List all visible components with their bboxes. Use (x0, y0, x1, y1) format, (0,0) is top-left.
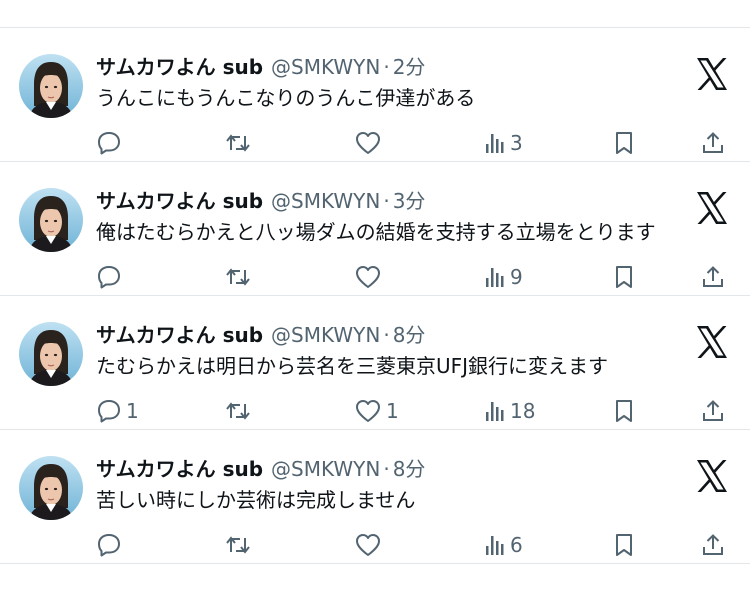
views-button[interactable]: 3 (484, 128, 523, 158)
analytics-icon (486, 536, 504, 555)
analytics-icon (486, 402, 504, 421)
retweet-button[interactable] (224, 128, 256, 158)
separator-dot: · (383, 189, 390, 213)
avatar[interactable] (19, 456, 83, 520)
reply-count: 1 (126, 399, 139, 423)
reply-icon (98, 400, 120, 423)
retweet-icon (226, 134, 250, 152)
retweet-button[interactable] (224, 262, 256, 292)
retweet-button[interactable] (224, 530, 256, 560)
tweet-actions: 6 (0, 530, 750, 560)
bookmark-button[interactable] (612, 262, 636, 292)
heart-icon (356, 534, 380, 556)
share-button[interactable] (700, 396, 726, 426)
tweet[interactable]: サムカワよん sub @SMKWYN · 8分 苦しい時にしか芸術は完成しません 6 (0, 430, 750, 564)
tweet-text: たむらかえは明日から芸名を三菱東京UFJ銀行に変えます (96, 354, 609, 378)
share-icon (703, 534, 723, 555)
tweet-text: うんこにもうんこなりのうんこ伊達がある (96, 86, 476, 110)
separator-dot: · (383, 55, 390, 79)
share-icon (703, 266, 723, 287)
view-count: 9 (510, 265, 523, 289)
like-button[interactable]: 1 (354, 396, 399, 426)
reply-button[interactable]: 1 (96, 396, 139, 426)
share-icon (703, 132, 723, 153)
tweet-actions: 3 (0, 128, 750, 158)
tweet[interactable]: サムカワよん sub @SMKWYN · 8分 たむらかえは明日から芸名を三菱東京UF… (0, 296, 750, 430)
tweet-feed: サムカワよん sub @SMKWYN · 2分 うんこにもうんこなりのうんこ伊達がある… (0, 28, 750, 564)
bookmark-button[interactable] (612, 396, 636, 426)
tweet-header: サムカワよん sub @SMKWYN · 3分 (96, 188, 425, 214)
reply-icon (98, 132, 120, 155)
x-logo-icon (694, 190, 730, 226)
share-button[interactable] (700, 530, 726, 560)
display-name[interactable]: サムカワよん sub (96, 457, 263, 481)
share-button[interactable] (700, 262, 726, 292)
tweet-header: サムカワよん sub @SMKWYN · 8分 (96, 456, 425, 482)
view-count: 6 (510, 533, 523, 557)
avatar[interactable] (19, 54, 83, 118)
x-logo-icon (694, 56, 730, 92)
share-button[interactable] (700, 128, 726, 158)
bookmark-icon (616, 132, 632, 154)
retweet-icon (226, 268, 250, 286)
x-logo-icon (694, 324, 730, 360)
avatar[interactable] (19, 322, 83, 386)
view-count: 3 (510, 131, 523, 155)
tweet-actions: 9 (0, 262, 750, 292)
views-button[interactable]: 18 (484, 396, 535, 426)
bookmark-icon (616, 266, 632, 288)
user-handle[interactable]: @SMKWYN (271, 323, 380, 347)
retweet-icon (226, 536, 250, 554)
display-name[interactable]: サムカワよん sub (96, 55, 263, 79)
user-handle[interactable]: @SMKWYN (271, 189, 380, 213)
tweet[interactable]: サムカワよん sub @SMKWYN · 3分 俺はたむらかえと八ッ場ダムの結婚を支持… (0, 162, 750, 296)
tweet-text: 苦しい時にしか芸術は完成しません (96, 488, 416, 512)
like-button[interactable] (354, 128, 386, 158)
display-name[interactable]: サムカワよん sub (96, 323, 263, 347)
x-logo-icon (694, 458, 730, 494)
user-handle[interactable]: @SMKWYN (271, 457, 380, 481)
heart-icon (356, 400, 380, 422)
display-name[interactable]: サムカワよん sub (96, 189, 263, 213)
reply-button[interactable] (96, 262, 126, 292)
heart-icon (356, 132, 380, 154)
reply-icon (98, 534, 120, 557)
avatar[interactable] (19, 188, 83, 252)
bookmark-icon (616, 534, 632, 556)
reply-button[interactable] (96, 128, 126, 158)
view-count: 18 (510, 399, 536, 423)
views-button[interactable]: 9 (484, 262, 523, 292)
bookmark-icon (616, 400, 632, 422)
share-icon (703, 400, 723, 421)
bookmark-button[interactable] (612, 128, 636, 158)
tweet[interactable]: サムカワよん sub @SMKWYN · 2分 うんこにもうんこなりのうんこ伊達がある… (0, 28, 750, 162)
separator-dot: · (383, 323, 390, 347)
retweet-icon (226, 402, 250, 420)
like-count: 1 (386, 399, 399, 423)
like-button[interactable] (354, 262, 386, 292)
tweet-actions: 1 1 18 (0, 396, 750, 426)
tweet-text: 俺はたむらかえと八ッ場ダムの結婚を支持する立場をとります (96, 220, 656, 244)
tweet-header: サムカワよん sub @SMKWYN · 2分 (96, 54, 425, 80)
like-button[interactable] (354, 530, 386, 560)
separator-dot: · (383, 457, 390, 481)
analytics-icon (486, 134, 504, 153)
user-handle[interactable]: @SMKWYN (271, 55, 380, 79)
heart-icon (356, 266, 380, 288)
timestamp[interactable]: 8分 (393, 323, 426, 347)
timestamp[interactable]: 8分 (393, 457, 426, 481)
tweet-header: サムカワよん sub @SMKWYN · 8分 (96, 322, 425, 348)
reply-icon (98, 266, 120, 289)
views-button[interactable]: 6 (484, 530, 523, 560)
timestamp[interactable]: 3分 (393, 189, 426, 213)
timestamp[interactable]: 2分 (393, 55, 426, 79)
reply-button[interactable] (96, 530, 126, 560)
analytics-icon (486, 268, 504, 287)
retweet-button[interactable] (224, 396, 256, 426)
bookmark-button[interactable] (612, 530, 636, 560)
